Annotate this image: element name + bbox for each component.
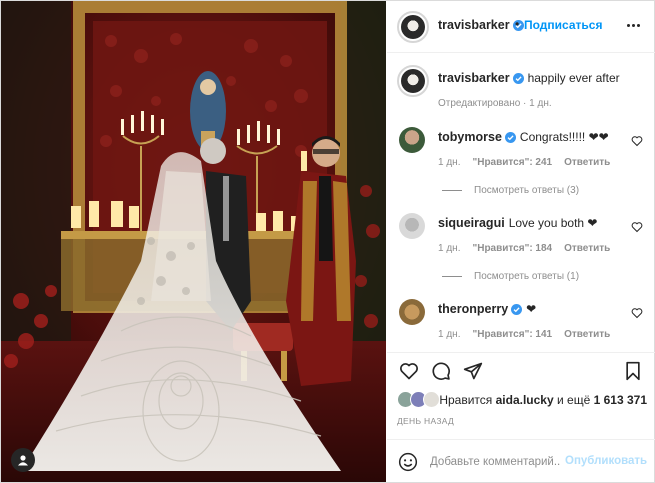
view-replies-button[interactable]: Посмотреть ответы (1) — [442, 271, 579, 282]
comment-line: siqueiragui Love you both ❤ — [438, 216, 597, 230]
liker-username[interactable]: aida.lucky — [496, 393, 554, 407]
author-username-row[interactable]: travisbarker — [438, 18, 524, 32]
comment-text: ❤ — [526, 302, 537, 316]
likes-count[interactable]: 1 613 371 — [594, 393, 647, 407]
view-replies-label: Посмотреть ответы (1) — [474, 271, 580, 282]
add-comment-bar: Опубликовать — [387, 439, 655, 482]
reply-button[interactable]: Ответить — [564, 329, 610, 340]
caption: travisbarker happily ever after — [438, 71, 620, 85]
more-options-icon[interactable] — [623, 15, 643, 35]
comment-line: theronperry ❤ — [438, 302, 536, 316]
wedding-photo-illustration — [1, 1, 386, 482]
comment-meta: 1 дн. "Нравится": 141 Ответить — [438, 329, 610, 340]
post-photo[interactable] — [1, 1, 386, 482]
like-comment-heart-icon[interactable] — [631, 307, 643, 319]
liker-avatar — [423, 391, 440, 408]
author-username[interactable]: travisbarker — [438, 18, 510, 32]
share-icon[interactable] — [463, 361, 483, 381]
view-replies-button[interactable]: Посмотреть ответы (3) — [442, 185, 579, 196]
separator-dot: • — [515, 17, 520, 31]
comments-list[interactable]: travisbarker happily ever after Отредакти… — [387, 54, 655, 351]
comment-username[interactable]: siqueiragui — [438, 216, 505, 230]
comment-input[interactable] — [430, 452, 560, 472]
user-icon — [18, 455, 28, 466]
comment-text: Love you both ❤ — [508, 216, 598, 230]
instagram-post: travisbarker • Подписаться travisbarker h… — [0, 0, 655, 483]
reply-button[interactable]: Ответить — [564, 157, 610, 168]
comment-time[interactable]: 1 дн. — [438, 243, 460, 254]
post-date[interactable]: ДЕНЬ НАЗАД — [397, 416, 454, 426]
post-header: travisbarker • Подписаться — [387, 1, 655, 53]
caption-text: happily ever after — [527, 71, 620, 85]
follow-button[interactable]: Подписаться — [524, 18, 602, 32]
likes-prefix: Нравится — [439, 393, 493, 407]
comment-username[interactable]: tobymorse — [438, 130, 502, 144]
action-bar — [387, 352, 655, 384]
caption-meta: Отредактировано · 1 дн. — [438, 98, 552, 109]
verified-badge-icon — [512, 73, 524, 84]
bookmark-icon[interactable] — [623, 361, 643, 381]
caption-username[interactable]: travisbarker — [438, 71, 510, 85]
comment-username[interactable]: theronperry — [438, 302, 508, 316]
verified-badge-icon — [511, 304, 523, 315]
replies-line — [442, 276, 462, 277]
comment-text: Congrats!!!!! ❤❤ — [519, 130, 609, 144]
comment-likes[interactable]: "Нравится": 141 — [472, 329, 552, 340]
heart-icon[interactable] — [399, 361, 419, 381]
like-comment-heart-icon[interactable] — [631, 135, 643, 147]
author-avatar[interactable] — [397, 11, 429, 43]
comment-avatar[interactable] — [399, 127, 425, 153]
post-details-panel: travisbarker • Подписаться travisbarker h… — [387, 1, 655, 482]
comment-time[interactable]: 1 дн. — [438, 157, 460, 168]
likes-text[interactable]: Нравится aida.lucky и ещё 1 613 371 — [439, 393, 647, 407]
caption-author-avatar[interactable] — [397, 65, 429, 97]
comment-meta: 1 дн. "Нравится": 184 Ответить — [438, 243, 610, 254]
tagged-users-button[interactable] — [11, 448, 35, 472]
likes-middle: и ещё — [557, 393, 591, 407]
post-comment-button[interactable]: Опубликовать — [565, 455, 647, 467]
verified-badge-icon — [504, 132, 516, 143]
view-replies-label: Посмотреть ответы (3) — [474, 185, 580, 196]
emoji-icon[interactable] — [398, 452, 418, 472]
edited-label: Отредактировано — [438, 98, 521, 109]
reply-button[interactable]: Ответить — [564, 243, 610, 254]
comment-likes[interactable]: "Нравится": 184 — [472, 243, 552, 254]
replies-line — [442, 190, 462, 191]
comment-avatar[interactable] — [399, 213, 425, 239]
comment-meta: 1 дн. "Нравится": 241 Ответить — [438, 157, 610, 168]
likers-avatars[interactable] — [397, 391, 440, 409]
comment-time[interactable]: 1 дн. — [438, 329, 460, 340]
like-comment-heart-icon[interactable] — [631, 221, 643, 233]
likes-summary: Нравится aida.lucky и ещё 1 613 371 — [397, 390, 647, 410]
comment-line: tobymorse Congrats!!!!! ❤❤ — [438, 130, 609, 144]
comment-likes[interactable]: "Нравится": 241 — [472, 157, 552, 168]
caption-time[interactable]: 1 дн. — [529, 98, 551, 109]
comment-icon[interactable] — [431, 361, 451, 381]
comment-avatar[interactable] — [399, 299, 425, 325]
